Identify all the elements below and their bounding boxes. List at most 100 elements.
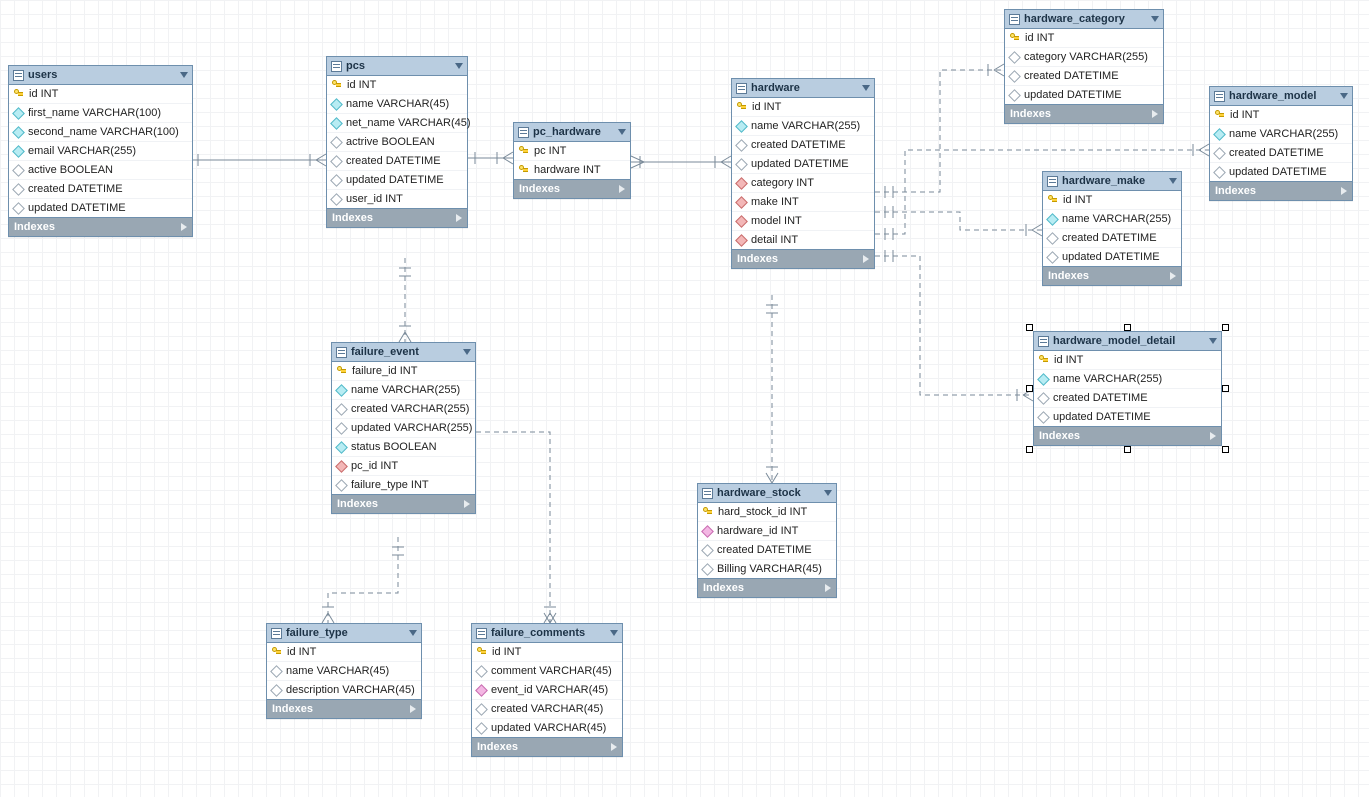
collapse-icon[interactable] (862, 85, 870, 91)
column-row[interactable]: id INT (472, 643, 622, 662)
table-header[interactable]: hardware_category (1005, 10, 1163, 29)
column-row[interactable]: first_name VARCHAR(100) (9, 104, 192, 123)
table-hardware-model[interactable]: hardware_modelid INTname VARCHAR(255)cre… (1209, 86, 1353, 201)
column-row[interactable]: make INT (732, 193, 874, 212)
column-row[interactable]: updated DATETIME (1043, 248, 1181, 266)
column-row[interactable]: failure_type INT (332, 476, 475, 494)
column-row[interactable]: model INT (732, 212, 874, 231)
table-hardware-stock[interactable]: hardware_stockhard_stock_id INThardware_… (697, 483, 837, 598)
column-row[interactable]: updated VARCHAR(255) (332, 419, 475, 438)
column-row[interactable]: updated DATETIME (327, 171, 467, 190)
column-row[interactable]: created DATETIME (1210, 144, 1352, 163)
column-row[interactable]: pc_id INT (332, 457, 475, 476)
column-row[interactable]: created DATETIME (9, 180, 192, 199)
table-header[interactable]: failure_event (332, 343, 475, 362)
column-row[interactable]: created DATETIME (1043, 229, 1181, 248)
indexes-section[interactable]: Indexes (327, 208, 467, 227)
indexes-section[interactable]: Indexes (698, 578, 836, 597)
column-row[interactable]: status BOOLEAN (332, 438, 475, 457)
column-row[interactable]: failure_id INT (332, 362, 475, 381)
column-row[interactable]: created VARCHAR(45) (472, 700, 622, 719)
column-row[interactable]: hard_stock_id INT (698, 503, 836, 522)
column-row[interactable]: updated DATETIME (732, 155, 874, 174)
table-users[interactable]: usersid INTfirst_name VARCHAR(100)second… (8, 65, 193, 237)
column-row[interactable]: id INT (1034, 351, 1221, 370)
table-header[interactable]: failure_type (267, 624, 421, 643)
indexes-section[interactable]: Indexes (514, 179, 630, 198)
column-row[interactable]: hardware_id INT (698, 522, 836, 541)
indexes-section[interactable]: Indexes (472, 737, 622, 756)
column-row[interactable]: created DATETIME (1034, 389, 1221, 408)
column-row[interactable]: created DATETIME (732, 136, 874, 155)
column-row[interactable]: name VARCHAR(45) (327, 95, 467, 114)
indexes-section[interactable]: Indexes (9, 217, 192, 236)
table-header[interactable]: pc_hardware (514, 123, 630, 142)
column-row[interactable]: updated DATETIME (1210, 163, 1352, 181)
indexes-section[interactable]: Indexes (332, 494, 475, 513)
table-hardware[interactable]: hardwareid INTname VARCHAR(255)created D… (731, 78, 875, 269)
indexes-section[interactable]: Indexes (1034, 426, 1221, 445)
column-row[interactable]: user_id INT (327, 190, 467, 208)
table-header[interactable]: hardware (732, 79, 874, 98)
column-row[interactable]: name VARCHAR(45) (267, 662, 421, 681)
indexes-section[interactable]: Indexes (267, 699, 421, 718)
column-row[interactable]: category INT (732, 174, 874, 193)
table-header[interactable]: pcs (327, 57, 467, 76)
table-header[interactable]: hardware_model_detail (1034, 332, 1221, 351)
column-row[interactable]: id INT (267, 643, 421, 662)
table-pcs[interactable]: pcsid INTname VARCHAR(45)net_name VARCHA… (326, 56, 468, 228)
table-header[interactable]: hardware_make (1043, 172, 1181, 191)
column-row[interactable]: created VARCHAR(255) (332, 400, 475, 419)
column-row[interactable]: actrive BOOLEAN (327, 133, 467, 152)
column-row[interactable]: name VARCHAR(255) (1210, 125, 1352, 144)
table-header[interactable]: hardware_stock (698, 484, 836, 503)
column-row[interactable]: updated DATETIME (9, 199, 192, 217)
collapse-icon[interactable] (455, 63, 463, 69)
column-row[interactable]: id INT (1043, 191, 1181, 210)
column-row[interactable]: Billing VARCHAR(45) (698, 560, 836, 578)
table-header[interactable]: users (9, 66, 192, 85)
table-hardware-model-detail[interactable]: hardware_model_detailid INTname VARCHAR(… (1033, 331, 1222, 446)
column-row[interactable]: comment VARCHAR(45) (472, 662, 622, 681)
table-pc-hardware[interactable]: pc_hardwarepc INThardware INTIndexes (513, 122, 631, 199)
column-row[interactable]: created DATETIME (1005, 67, 1163, 86)
table-failure-comments[interactable]: failure_commentsid INTcomment VARCHAR(45… (471, 623, 623, 757)
collapse-icon[interactable] (1169, 178, 1177, 184)
column-row[interactable]: id INT (1005, 29, 1163, 48)
column-row[interactable]: name VARCHAR(255) (1043, 210, 1181, 229)
collapse-icon[interactable] (180, 72, 188, 78)
indexes-section[interactable]: Indexes (1210, 181, 1352, 200)
table-header[interactable]: hardware_model (1210, 87, 1352, 106)
collapse-icon[interactable] (1209, 338, 1217, 344)
column-row[interactable]: created DATETIME (698, 541, 836, 560)
table-hardware-category[interactable]: hardware_categoryid INTcategory VARCHAR(… (1004, 9, 1164, 124)
column-row[interactable]: second_name VARCHAR(100) (9, 123, 192, 142)
collapse-icon[interactable] (824, 490, 832, 496)
column-row[interactable]: name VARCHAR(255) (1034, 370, 1221, 389)
collapse-icon[interactable] (1340, 93, 1348, 99)
indexes-section[interactable]: Indexes (732, 249, 874, 268)
indexes-section[interactable]: Indexes (1043, 266, 1181, 285)
column-row[interactable]: description VARCHAR(45) (267, 681, 421, 699)
column-row[interactable]: email VARCHAR(255) (9, 142, 192, 161)
column-row[interactable]: id INT (327, 76, 467, 95)
collapse-icon[interactable] (463, 349, 471, 355)
column-row[interactable]: created DATETIME (327, 152, 467, 171)
column-row[interactable]: id INT (1210, 106, 1352, 125)
column-row[interactable]: updated DATETIME (1005, 86, 1163, 104)
table-failure-type[interactable]: failure_typeid INTname VARCHAR(45)descri… (266, 623, 422, 719)
column-row[interactable]: category VARCHAR(255) (1005, 48, 1163, 67)
table-header[interactable]: failure_comments (472, 624, 622, 643)
column-row[interactable]: detail INT (732, 231, 874, 249)
column-row[interactable]: id INT (732, 98, 874, 117)
table-hardware-make[interactable]: hardware_makeid INTname VARCHAR(255)crea… (1042, 171, 1182, 286)
collapse-icon[interactable] (1151, 16, 1159, 22)
table-failure-event[interactable]: failure_eventfailure_id INTname VARCHAR(… (331, 342, 476, 514)
column-row[interactable]: event_id VARCHAR(45) (472, 681, 622, 700)
column-row[interactable]: name VARCHAR(255) (732, 117, 874, 136)
column-row[interactable]: pc INT (514, 142, 630, 161)
column-row[interactable]: active BOOLEAN (9, 161, 192, 180)
column-row[interactable]: id INT (9, 85, 192, 104)
collapse-icon[interactable] (610, 630, 618, 636)
column-row[interactable]: updated VARCHAR(45) (472, 719, 622, 737)
